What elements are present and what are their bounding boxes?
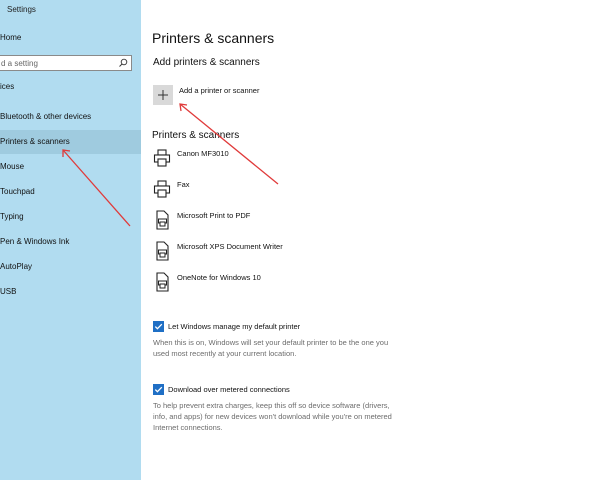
sidebar-item-touchpad[interactable]: Touchpad: [0, 180, 141, 204]
add-heading: Add printers & scanners: [153, 57, 260, 68]
add-printer-label[interactable]: Add a printer or scanner: [179, 86, 259, 95]
plus-icon: [158, 90, 168, 100]
sidebar-item-label: Touchpad: [0, 187, 35, 196]
default-printer-description: When this is on, Windows will set your d…: [153, 338, 389, 358]
document-printer-icon: [156, 210, 169, 230]
printer-name: Fax: [177, 180, 190, 189]
default-printer-label[interactable]: Let Windows manage my default printer: [168, 322, 300, 331]
metered-label[interactable]: Download over metered connections: [168, 385, 290, 394]
app-title: Settings: [7, 5, 36, 14]
sidebar-item-label: Pen & Windows Ink: [0, 237, 70, 246]
sidebar-item-label: Bluetooth & other devices: [0, 112, 92, 121]
metered-description: To help prevent extra charges, keep this…: [153, 401, 392, 432]
default-printer-checkbox[interactable]: [153, 321, 164, 332]
document-printer-icon: [156, 241, 169, 261]
printer-item[interactable]: Canon MF3010: [153, 148, 413, 168]
sidebar-item-typing[interactable]: Typing: [0, 205, 141, 229]
sidebar-item-label: Mouse: [0, 162, 25, 171]
printer-item[interactable]: Microsoft Print to PDF: [153, 210, 413, 230]
sidebar-item-label: USB: [0, 287, 17, 296]
sidebar-item-autoplay[interactable]: AutoPlay: [0, 255, 141, 279]
sidebar-item-printers[interactable]: Printers & scanners: [0, 130, 141, 154]
search-box[interactable]: [0, 55, 132, 71]
document-printer-icon: [156, 272, 169, 292]
checkmark-icon: [154, 386, 163, 393]
printer-item[interactable]: Fax: [153, 179, 413, 199]
sidebar-item-mouse[interactable]: Mouse: [0, 155, 141, 179]
sidebar: Settings Home ices Bluetooth & other dev…: [0, 0, 141, 480]
search-input[interactable]: [1, 58, 111, 68]
printers-list-heading: Printers & scanners: [152, 130, 240, 141]
sidebar-section-label: ices: [0, 82, 15, 91]
sidebar-item-label: Printers & scanners: [0, 137, 70, 146]
sidebar-item-label: AutoPlay: [0, 262, 33, 271]
sidebar-item-pen[interactable]: Pen & Windows Ink: [0, 230, 141, 254]
printer-name: Canon MF3010: [177, 149, 229, 158]
search-icon: [119, 58, 128, 67]
sidebar-item-home[interactable]: Home: [0, 33, 21, 42]
printer-icon: [153, 180, 171, 198]
metered-checkbox[interactable]: [153, 384, 164, 395]
main-content: Printers & scanners Add printers & scann…: [141, 0, 600, 480]
printer-name: OneNote for Windows 10: [177, 273, 261, 282]
printer-item[interactable]: Microsoft XPS Document Writer: [153, 241, 413, 261]
printer-icon: [153, 149, 171, 167]
sidebar-item-label: Typing: [0, 212, 24, 221]
printer-name: Microsoft XPS Document Writer: [177, 242, 283, 251]
checkmark-icon: [154, 323, 163, 330]
printer-name: Microsoft Print to PDF: [177, 211, 251, 220]
add-printer-button[interactable]: [153, 85, 173, 105]
sidebar-item-usb[interactable]: USB: [0, 280, 141, 304]
printer-item[interactable]: OneNote for Windows 10: [153, 272, 413, 292]
sidebar-item-bluetooth[interactable]: Bluetooth & other devices: [0, 105, 141, 129]
page-title: Printers & scanners: [152, 30, 275, 46]
